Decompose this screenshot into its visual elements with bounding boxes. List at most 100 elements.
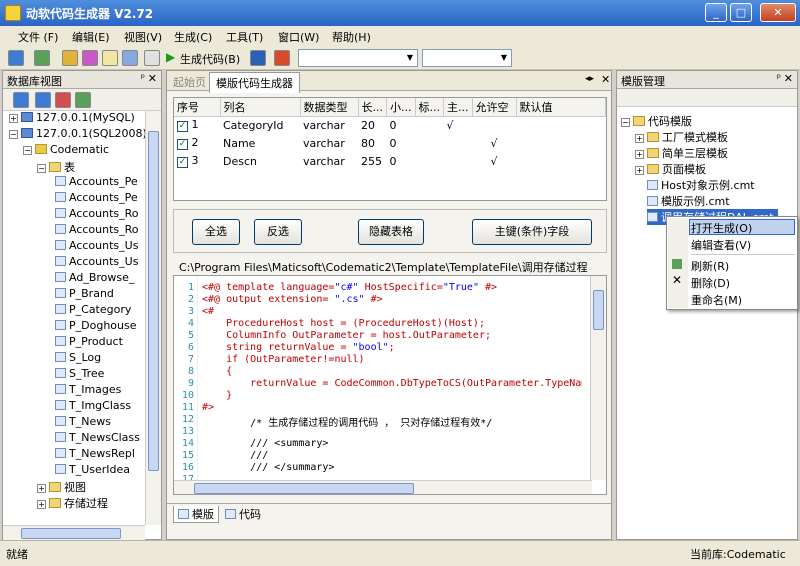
close-panel-icon[interactable]: ✕ [148, 72, 157, 85]
select-all-button[interactable]: 全选 [192, 219, 240, 245]
db-tree-hscroll[interactable] [3, 525, 145, 541]
filter-icon[interactable] [55, 92, 71, 108]
row-checkbox[interactable]: ✓ [177, 139, 188, 150]
generate-code-button[interactable]: 生成代码(B) [180, 51, 240, 67]
close-panel-icon[interactable]: ✕ [784, 72, 793, 85]
tab-code[interactable]: 代码 [221, 506, 265, 522]
tree-tables-folder[interactable]: − 表 [37, 159, 75, 175]
ctx-refresh[interactable]: 刷新(R) [691, 258, 729, 274]
tab-template[interactable]: 模版 [173, 506, 219, 523]
refresh-db-icon[interactable] [75, 92, 91, 108]
db-tree-vscroll[interactable] [145, 111, 161, 525]
tree-table-item[interactable]: P_Category [55, 303, 131, 316]
menu-window[interactable]: 窗口(W) [278, 29, 319, 45]
hide-table-button[interactable]: 隐藏表格 [358, 219, 424, 245]
col-header[interactable]: 允许空 [472, 98, 517, 117]
export-icon[interactable] [274, 50, 290, 66]
toolbar-combo-2[interactable]: ▼ [422, 49, 512, 67]
tree-table-item[interactable]: P_Brand [55, 287, 114, 300]
col-header[interactable]: 数据类型 [300, 98, 359, 117]
wizard-icon[interactable] [82, 50, 98, 66]
open-icon[interactable] [102, 50, 118, 66]
tree-procs-folder[interactable]: + 存储过程 [37, 495, 108, 511]
row-checkbox[interactable]: ✓ [177, 121, 188, 133]
tree-database[interactable]: − Codematic [23, 143, 109, 156]
tree-template-file[interactable]: 模版示例.cmt [647, 193, 730, 209]
tab-start-page[interactable]: 起始页 [173, 74, 206, 90]
code-editor[interactable]: 1 2 3 4 5 6 7 8 9 10 11 12 13 14 15 16 1… [173, 275, 607, 495]
menu-edit[interactable]: 编辑(E) [72, 29, 110, 45]
scroll-thumb[interactable] [21, 528, 121, 539]
refresh-icon[interactable] [34, 50, 50, 66]
pin-icon[interactable]: ᵖ [777, 73, 781, 84]
tab-close-icon[interactable]: ✕ [601, 73, 610, 86]
tree-table-item[interactable]: T_NewsClass [55, 431, 140, 444]
code-vscroll[interactable] [590, 276, 606, 480]
col-header[interactable]: 主... [443, 98, 473, 117]
toolbar-combo-1[interactable]: ▼ [298, 49, 418, 67]
tab-template-generator[interactable]: 模版代码生成器 [209, 72, 300, 93]
minimize-button[interactable]: _ [705, 3, 727, 22]
maximize-button[interactable]: □ [730, 3, 752, 22]
close-button[interactable]: ✕ [760, 3, 796, 22]
menu-file[interactable]: 文件 (F) [18, 29, 58, 45]
scroll-thumb[interactable] [148, 131, 159, 471]
col-header[interactable]: 标... [415, 98, 444, 117]
ctx-edit-view[interactable]: 编辑查看(V) [691, 237, 751, 253]
key-fields-button[interactable]: 主键(条件)字段 [472, 219, 592, 245]
tree-table-item[interactable]: T_ImgClass [55, 399, 131, 412]
row-checkbox[interactable]: ✓ [177, 157, 188, 168]
scroll-thumb[interactable] [593, 290, 604, 330]
table-row[interactable]: ✓ 1 CategoryId varchar 20 0 √ [174, 116, 606, 134]
tree-table-item[interactable]: T_UserIdea [55, 463, 130, 476]
ctx-delete[interactable]: 删除(D) [691, 275, 730, 291]
document-icon[interactable] [144, 50, 160, 66]
title-bar[interactable]: 动软代码生成器 V2.72 _ □ ✕ [0, 0, 800, 26]
run-icon[interactable]: ▶ [166, 50, 175, 64]
tree-template-folder[interactable]: + 页面模板 [635, 161, 706, 177]
tree-table-item[interactable]: T_Images [55, 383, 121, 396]
tree-template-folder[interactable]: + 简单三层模板 [635, 145, 728, 161]
table-row[interactable]: ✓ 2 Name varchar 80 0 √ [174, 134, 606, 152]
tree-table-item[interactable]: Accounts_Ro [55, 223, 139, 236]
tree-table-item[interactable]: Accounts_Pe [55, 191, 138, 204]
tree-table-item[interactable]: Accounts_Pe [55, 175, 138, 188]
tree-table-item[interactable]: P_Product [55, 335, 123, 348]
tree-table-item[interactable]: Ad_Browse_ [55, 271, 134, 284]
tree-table-item[interactable]: Accounts_Us [55, 239, 138, 252]
tree-template-folder[interactable]: + 工厂模式模板 [635, 129, 728, 145]
tree-table-item[interactable]: Accounts_Us [55, 255, 138, 268]
add-server-icon[interactable] [13, 92, 29, 108]
tree-table-item[interactable]: Accounts_Ro [55, 207, 139, 220]
menu-view[interactable]: 视图(V) [124, 29, 162, 45]
pin-icon[interactable]: ᵖ [141, 73, 145, 84]
menu-help[interactable]: 帮助(H) [332, 29, 371, 45]
tree-table-item[interactable]: T_News [55, 415, 111, 428]
connect-server-icon[interactable] [8, 50, 24, 66]
col-header[interactable]: 长... [358, 98, 387, 117]
scroll-thumb[interactable] [194, 483, 414, 494]
table-row[interactable]: ✓ 3 Descn varchar 255 0 √ [174, 152, 606, 170]
menu-generate[interactable]: 生成(C) [174, 29, 212, 45]
col-header[interactable]: 序号 [174, 98, 221, 117]
tree-server-mysql[interactable]: +127.0.0.1(MySQL) [9, 111, 135, 124]
tree-table-item[interactable]: T_NewsRepl [55, 447, 135, 460]
tree-table-item[interactable]: S_Log [55, 351, 101, 364]
tree-views-folder[interactable]: + 视图 [37, 479, 86, 495]
col-header[interactable]: 小... [386, 98, 416, 117]
word-icon[interactable] [250, 50, 266, 66]
col-header[interactable]: 列名 [220, 98, 301, 117]
menu-tools[interactable]: 工具(T) [226, 29, 263, 45]
code-hscroll[interactable] [174, 480, 592, 494]
tree-table-item[interactable]: S_Tree [55, 367, 104, 380]
ctx-open-generate[interactable]: 打开生成(O) [691, 220, 752, 236]
save-icon[interactable] [122, 50, 138, 66]
code-text[interactable]: <#@ template language="c#" HostSpecific=… [202, 276, 582, 494]
invert-selection-button[interactable]: 反选 [254, 219, 302, 245]
disconnect-icon[interactable] [35, 92, 51, 108]
project-icon[interactable] [62, 50, 78, 66]
ctx-rename[interactable]: 重命名(M) [691, 292, 742, 308]
tree-template-file[interactable]: Host对象示例.cmt [647, 177, 755, 193]
tab-nav-arrows[interactable]: ◂▸ [585, 74, 594, 84]
tree-server-sql2008[interactable]: −127.0.0.1(SQL2008)( [9, 127, 145, 140]
